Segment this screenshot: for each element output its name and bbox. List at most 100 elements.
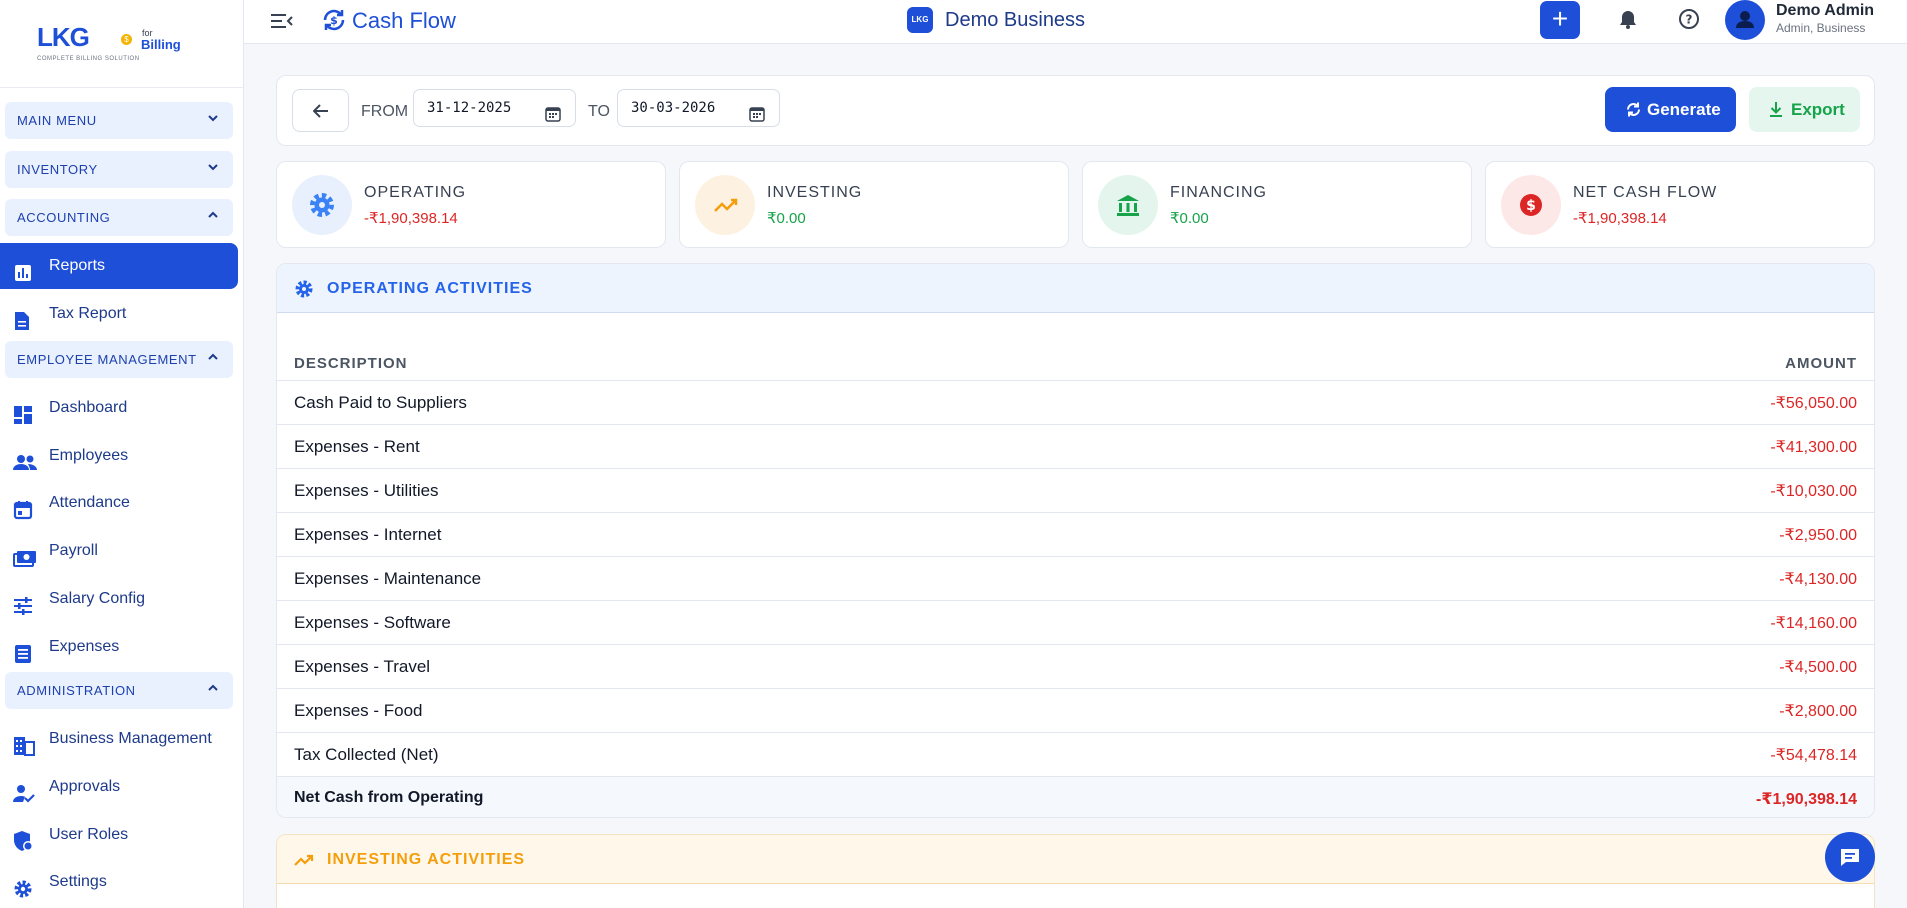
chevron-up-icon bbox=[207, 341, 219, 378]
row-amount: -₹14,160.00 bbox=[1770, 615, 1857, 632]
summary-label: INVESTING bbox=[767, 184, 863, 201]
sidebar-item-label: Dashboard bbox=[49, 399, 128, 416]
operating-activities-header[interactable]: OPERATING ACTIVITIES bbox=[277, 264, 1874, 313]
sidebar-item-tax-report[interactable]: Tax Report bbox=[0, 291, 238, 337]
row-amount: -₹10,030.00 bbox=[1770, 483, 1857, 500]
sidebar-item-label: User Roles bbox=[49, 826, 129, 843]
row-amount: -₹2,800.00 bbox=[1779, 703, 1857, 720]
back-button[interactable] bbox=[292, 89, 349, 132]
chat-button[interactable] bbox=[1825, 832, 1875, 882]
section-inventory[interactable]: INVENTORY bbox=[5, 151, 233, 188]
sidebar-item-label: Attendance bbox=[49, 494, 130, 511]
sidebar-item-label: Employees bbox=[49, 447, 129, 464]
from-date-input[interactable]: 31-12-2025 bbox=[413, 89, 576, 127]
trending-up-icon bbox=[695, 175, 755, 235]
avatar[interactable] bbox=[1725, 0, 1765, 40]
to-label: TO bbox=[588, 103, 610, 120]
dollar-icon: $ bbox=[1501, 175, 1561, 235]
sidebar-item-expenses[interactable]: Expenses bbox=[0, 624, 238, 670]
sidebar-item-employees[interactable]: Employees bbox=[0, 433, 238, 479]
gear-icon bbox=[13, 872, 35, 898]
summary-label: FINANCING bbox=[1170, 184, 1267, 201]
bank-icon bbox=[1098, 175, 1158, 235]
sidebar-item-payroll[interactable]: Payroll bbox=[0, 528, 238, 574]
section-administration[interactable]: ADMINISTRATION bbox=[5, 672, 233, 709]
investing-activities-title: INVESTING ACTIVITIES bbox=[327, 851, 526, 868]
from-date-value: 31-12-2025 bbox=[427, 100, 512, 116]
calendar-icon[interactable] bbox=[545, 100, 561, 122]
investing-activities-header[interactable]: INVESTING ACTIVITIES bbox=[277, 835, 1874, 884]
help-icon[interactable]: ? bbox=[1678, 8, 1700, 30]
brand-dot-icon: $ bbox=[121, 34, 132, 45]
calendar-icon[interactable] bbox=[749, 100, 765, 122]
bell-icon[interactable] bbox=[1617, 8, 1639, 30]
table-row: Cash Paid to Suppliers -₹56,050.00 bbox=[277, 381, 1874, 425]
section-accounting[interactable]: ACCOUNTING bbox=[5, 199, 233, 236]
business-logo-icon: LKG bbox=[907, 7, 933, 33]
section-label: ADMINISTRATION bbox=[17, 683, 136, 698]
row-amount: -₹56,050.00 bbox=[1770, 395, 1857, 412]
sliders-icon bbox=[13, 589, 35, 615]
table-total-row: Net Cash from Operating -₹1,90,398.14 bbox=[277, 777, 1874, 817]
summary-card-net-cash-flow: $ NET CASH FLOW -₹1,90,398.14 bbox=[1485, 161, 1875, 248]
refresh-icon bbox=[1627, 102, 1640, 117]
section-label: MAIN MENU bbox=[17, 113, 97, 128]
brand-name: LKG bbox=[37, 22, 90, 52]
sidebar-item-label: Approvals bbox=[49, 778, 121, 795]
table-row: Expenses - Software -₹14,160.00 bbox=[277, 601, 1874, 645]
to-date-input[interactable]: 30-03-2026 bbox=[617, 89, 780, 127]
export-label: Export bbox=[1791, 100, 1845, 119]
summary-label: OPERATING bbox=[364, 184, 467, 201]
list-icon bbox=[13, 637, 35, 663]
sidebar-item-reports[interactable]: Reports bbox=[0, 243, 238, 289]
summary-value: -₹1,90,398.14 bbox=[1573, 210, 1667, 227]
svg-text:$: $ bbox=[1526, 198, 1536, 214]
svg-text:?: ? bbox=[1686, 13, 1693, 27]
table-header: DESCRIPTION AMOUNT bbox=[277, 345, 1874, 381]
svg-text:$: $ bbox=[330, 14, 338, 27]
row-amount: -₹2,950.00 bbox=[1779, 527, 1857, 544]
sidebar-item-dashboard[interactable]: Dashboard bbox=[0, 385, 238, 431]
business-name[interactable]: Demo Business bbox=[945, 9, 1085, 32]
sidebar-item-business-management[interactable]: Business Management bbox=[0, 716, 238, 762]
sidebar-item-label: Salary Config bbox=[49, 590, 146, 607]
gear-icon bbox=[292, 175, 352, 235]
summary-label: NET CASH FLOW bbox=[1573, 184, 1718, 201]
row-description: Expenses - Rent bbox=[294, 437, 420, 456]
user-name[interactable]: Demo Admin bbox=[1776, 2, 1874, 20]
sidebar-item-salary-config[interactable]: Salary Config bbox=[0, 576, 238, 622]
sidebar-item-approvals[interactable]: Approvals bbox=[0, 764, 238, 810]
operating-activities-title: OPERATING ACTIVITIES bbox=[327, 280, 533, 297]
brand-logo[interactable]: LKG $ for Billing COMPLETE BILLING SOLUT… bbox=[0, 0, 243, 88]
row-amount: -₹4,130.00 bbox=[1779, 571, 1857, 588]
gear-icon bbox=[294, 279, 314, 299]
user-check-icon bbox=[13, 777, 35, 803]
generate-button[interactable]: Generate bbox=[1605, 87, 1736, 132]
chevron-down-icon bbox=[207, 102, 219, 139]
trending-up-icon bbox=[294, 850, 314, 870]
table-row: Expenses - Food -₹2,800.00 bbox=[277, 689, 1874, 733]
topbar: $ Cash Flow LKG Demo Business + ? Demo A… bbox=[244, 0, 1907, 44]
sidebar-item-settings[interactable]: Settings bbox=[0, 859, 238, 905]
table-row: Expenses - Utilities -₹10,030.00 bbox=[277, 469, 1874, 513]
sidebar-item-label: Settings bbox=[49, 873, 107, 890]
section-employee-management[interactable]: EMPLOYEE MANAGEMENT bbox=[5, 341, 233, 378]
add-button[interactable]: + bbox=[1540, 1, 1580, 39]
total-description: Net Cash from Operating bbox=[294, 789, 484, 806]
chevron-down-icon bbox=[207, 151, 219, 188]
sidebar-item-label: Tax Report bbox=[49, 305, 127, 322]
row-amount: -₹41,300.00 bbox=[1770, 439, 1857, 456]
export-button[interactable]: Export bbox=[1749, 87, 1860, 132]
document-icon bbox=[13, 304, 35, 330]
sidebar-item-label: Reports bbox=[49, 257, 106, 274]
total-amount: -₹1,90,398.14 bbox=[1756, 791, 1857, 808]
row-description: Tax Collected (Net) bbox=[294, 745, 439, 764]
menu-collapse-icon[interactable] bbox=[270, 10, 294, 32]
section-main-menu[interactable]: MAIN MENU bbox=[5, 102, 233, 139]
table-row: Expenses - Rent -₹41,300.00 bbox=[277, 425, 1874, 469]
sidebar-item-attendance[interactable]: Attendance bbox=[0, 480, 238, 526]
summary-value: -₹1,90,398.14 bbox=[364, 210, 458, 227]
sidebar-item-user-roles[interactable]: User Roles bbox=[0, 812, 238, 858]
summary-card-financing: FINANCING ₹0.00 bbox=[1082, 161, 1472, 248]
row-description: Expenses - Internet bbox=[294, 525, 442, 544]
